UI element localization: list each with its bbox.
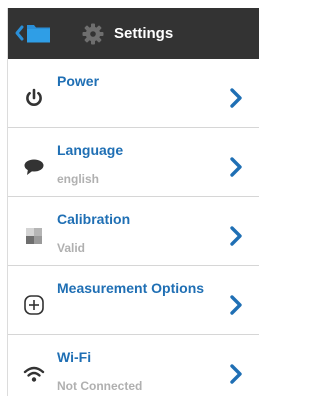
settings-item-wifi[interactable]: Wi-Fi Not Connected (8, 335, 259, 396)
page-title: Settings (114, 25, 174, 42)
settings-screen: Settings Power Language english Calibrat… (7, 8, 259, 396)
speech-bubble-icon (24, 159, 44, 175)
item-title: Language (57, 142, 124, 158)
back-button[interactable] (14, 22, 52, 44)
item-subtitle: Valid (57, 241, 86, 255)
settings-list: Power Language english Calibration Valid… (8, 59, 259, 396)
item-subtitle: Not Connected (57, 379, 143, 393)
item-title: Power (57, 73, 100, 89)
chevron-right-icon (230, 88, 242, 108)
power-icon (26, 88, 42, 106)
item-title: Wi-Fi (57, 349, 92, 365)
chevron-right-icon (230, 364, 242, 384)
chevron-right-icon (230, 157, 242, 177)
chevron-left-icon (15, 25, 50, 43)
gear-icon (82, 23, 104, 45)
item-subtitle: english (57, 172, 100, 186)
settings-item-language[interactable]: Language english (8, 128, 259, 197)
item-title: Calibration (57, 211, 131, 227)
wifi-icon (23, 366, 45, 382)
folder-icon (27, 25, 50, 43)
chevron-right-icon (230, 226, 242, 246)
item-title: Measurement Options (57, 280, 205, 296)
chevron-right-icon (230, 295, 242, 315)
settings-item-power[interactable]: Power (8, 59, 259, 128)
settings-item-measurement-options[interactable]: Measurement Options (8, 266, 259, 335)
header-bar: Settings (8, 8, 259, 59)
settings-item-calibration[interactable]: Calibration Valid (8, 197, 259, 266)
calibration-icon (26, 228, 42, 244)
crosshair-icon (24, 295, 44, 315)
